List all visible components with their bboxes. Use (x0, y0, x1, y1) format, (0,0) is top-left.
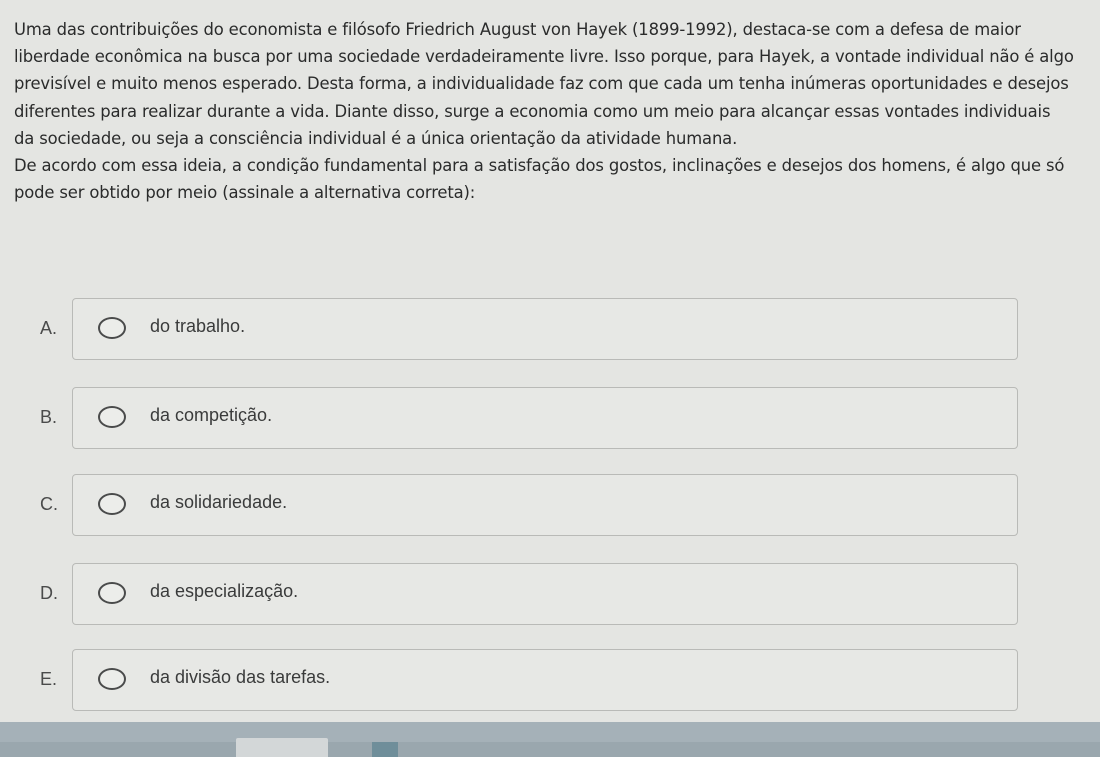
option-b[interactable]: B. da competição. (0, 387, 1100, 451)
option-letter: B. (40, 407, 58, 427)
bottom-toolbar (0, 722, 1100, 757)
option-text: do trabalho. (150, 316, 246, 336)
option-letter: E. (40, 669, 58, 689)
toolbar-tab[interactable] (372, 742, 398, 757)
option-text: da solidariedade. (150, 492, 288, 512)
question-paragraph-2: De acordo com essa ideia, a condição fun… (14, 156, 1065, 203)
option-text: da especialização. (150, 581, 299, 601)
option-letter: A. (40, 318, 58, 338)
option-d[interactable]: D. da especialização. (0, 563, 1100, 627)
question-paragraph-1: Uma das contribuições do economista e fi… (14, 20, 1074, 148)
radio-button[interactable] (98, 493, 126, 515)
radio-button[interactable] (98, 317, 126, 339)
radio-button[interactable] (98, 668, 126, 690)
question-text: Uma das contribuições do economista e fi… (14, 16, 1074, 206)
radio-button[interactable] (98, 406, 126, 428)
option-letter: D. (40, 583, 58, 603)
option-a[interactable]: A. do trabalho. (0, 298, 1100, 362)
toolbar-segment (328, 742, 1100, 757)
radio-button[interactable] (98, 582, 126, 604)
option-e[interactable]: E. da divisão das tarefas. (0, 649, 1100, 713)
option-text: da competição. (150, 405, 273, 425)
option-letter: C. (40, 494, 58, 514)
toolbar-tab-active[interactable] (236, 738, 328, 757)
option-c[interactable]: C. da solidariedade. (0, 474, 1100, 538)
toolbar-segment (0, 742, 236, 757)
option-text: da divisão das tarefas. (150, 667, 331, 687)
